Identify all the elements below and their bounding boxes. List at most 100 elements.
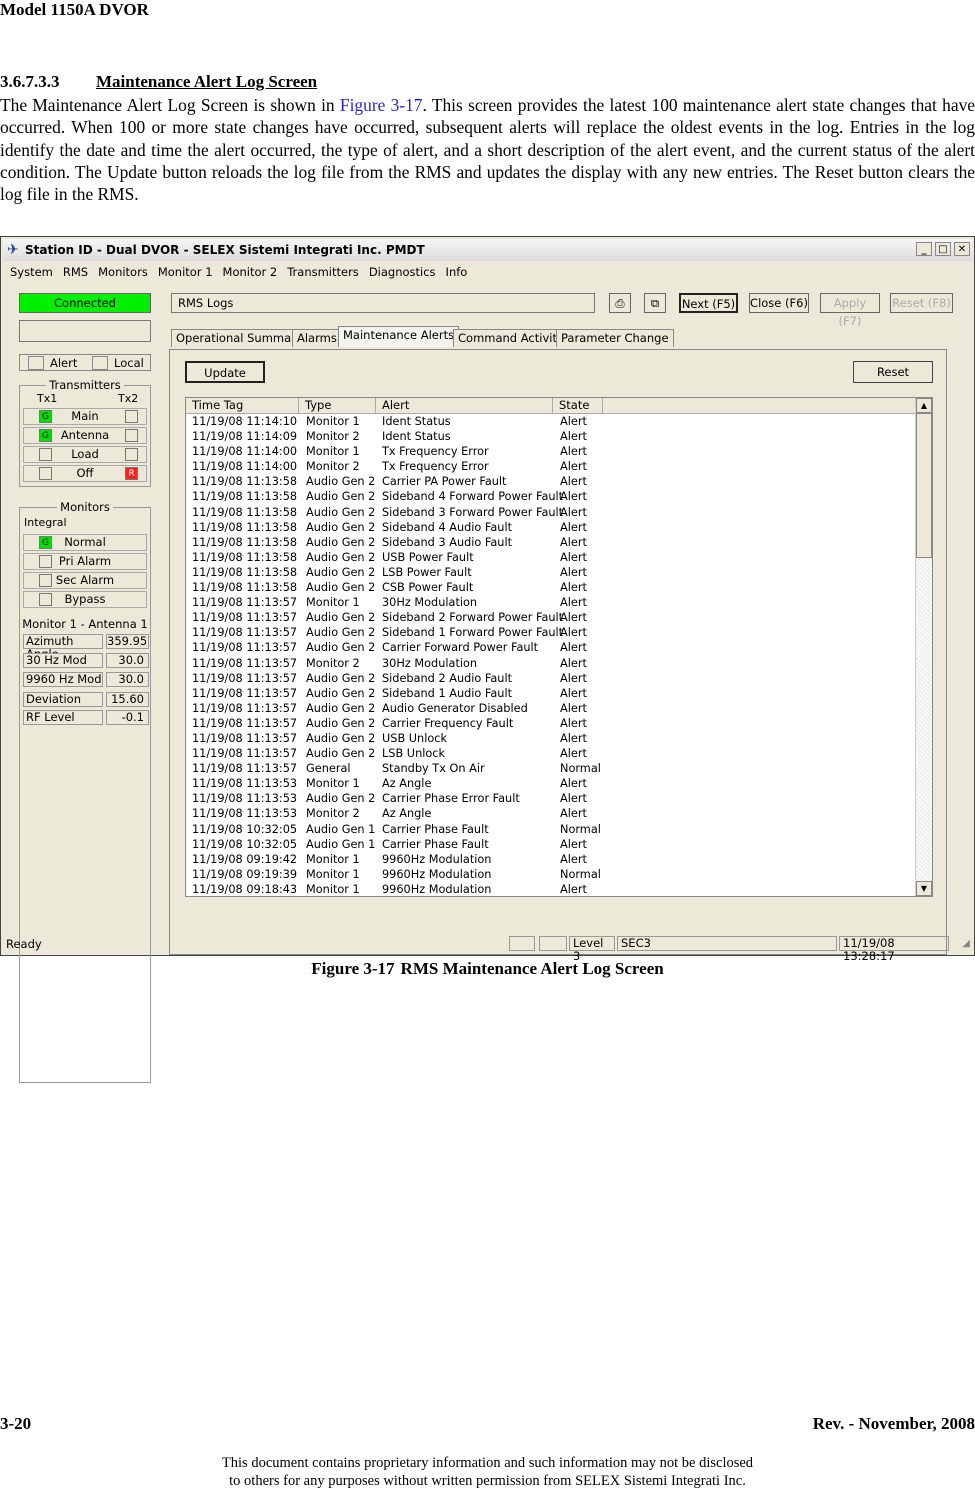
table-row[interactable]: 11/19/08 11:13:57 Audio Gen 2 USB Unlock Al… <box>186 731 916 746</box>
close-icon[interactable]: ✕ <box>954 242 970 256</box>
cell-state: Alert <box>560 445 587 459</box>
monitors-group: Monitors Integral G Normal Pri Alarm Sec… <box>19 500 151 1083</box>
table-row[interactable]: 11/19/08 11:13:58 Audio Gen 2 Sideband 3 F… <box>186 505 916 520</box>
column-type[interactable]: Type <box>299 398 376 414</box>
scroll-thumb[interactable] <box>916 413 932 558</box>
9960hz-mod-label: 9960 Hz Mod <box>23 672 103 687</box>
table-row[interactable]: 11/19/08 11:13:53 Monitor 2 Az Angle Alert <box>186 806 916 821</box>
table-row[interactable]: 11/19/08 11:13:57 Monitor 1 30Hz Modulatio… <box>186 595 916 610</box>
cell-state: Alert <box>560 565 587 579</box>
table-row[interactable]: 11/19/08 11:13:57 Audio Gen 2 LSB Unlock Al… <box>186 746 916 761</box>
reset-f8-button[interactable]: Reset (F8) <box>890 293 953 313</box>
cell-time-tag: 11/19/08 11:14:00 <box>192 460 298 474</box>
status-ready: Ready <box>6 937 42 951</box>
table-row[interactable]: 11/19/08 11:13:58 Audio Gen 2 Sideband 4 F… <box>186 489 916 504</box>
table-row[interactable]: 11/19/08 09:19:39 Monitor 1 9960Hz Modulat… <box>186 867 916 882</box>
menu-diagnostics[interactable]: Diagnostics <box>364 262 441 282</box>
table-row[interactable]: 11/19/08 11:13:58 Audio Gen 2 Carrier PA P… <box>186 474 916 489</box>
maximize-icon[interactable]: □ <box>935 242 951 256</box>
table-row[interactable]: 11/19/08 09:18:43 Monitor 1 9960Hz Modulat… <box>186 882 916 896</box>
intro-paragraph: The Maintenance Alert Log Screen is show… <box>0 94 975 205</box>
table-row[interactable]: 11/19/08 11:13:57 Audio Gen 2 Carrier Freq… <box>186 716 916 731</box>
table-row[interactable]: 11/19/08 11:13:57 Audio Gen 2 Sideband 1 F… <box>186 625 916 640</box>
tx-antenna-row[interactable]: G Antenna <box>23 427 147 444</box>
menu-monitor-1[interactable]: Monitor 1 <box>153 262 218 282</box>
vertical-scrollbar[interactable]: ▲ ▼ <box>915 398 932 896</box>
menu-monitor-2[interactable]: Monitor 2 <box>218 262 283 282</box>
alert-log-list[interactable]: Time Tag Type Alert State 11/19/08 11:14… <box>185 397 933 897</box>
status-pane-1 <box>509 936 535 951</box>
tab-alarms[interactable]: Alarms <box>292 329 342 347</box>
table-row[interactable]: 11/19/08 11:14:09 Monitor 2 Ident Status Al… <box>186 429 916 444</box>
cell-alert: Ident Status <box>382 430 451 444</box>
table-row[interactable]: 11/19/08 11:13:57 Audio Gen 2 Sideband 2 A… <box>186 671 916 686</box>
tab-command-activity[interactable]: Command Activity <box>453 329 569 347</box>
menu-transmitters[interactable]: Transmitters <box>282 262 364 282</box>
column-time-tag[interactable]: Time Tag <box>186 398 299 414</box>
table-row[interactable]: 11/19/08 11:13:57 Audio Gen 2 Sideband 1 A… <box>186 686 916 701</box>
scroll-down-icon[interactable]: ▼ <box>916 881 932 896</box>
table-row[interactable]: 11/19/08 11:14:10 Monitor 1 Ident Status Al… <box>186 414 916 429</box>
table-row[interactable]: 11/19/08 11:13:57 Audio Gen 2 Carrier Forw… <box>186 640 916 655</box>
update-button[interactable]: Update <box>185 361 265 383</box>
next-button[interactable]: Next (F5) <box>679 293 738 313</box>
tab-parameter-change[interactable]: Parameter Change <box>556 329 674 347</box>
close-button[interactable]: Close (F6) <box>749 293 809 313</box>
menu-info[interactable]: Info <box>441 262 473 282</box>
tx-off-row[interactable]: Off R <box>23 465 147 482</box>
cell-time-tag: 11/19/08 11:14:09 <box>192 430 298 444</box>
table-row[interactable]: 11/19/08 09:19:42 Monitor 1 9960Hz Modulat… <box>186 852 916 867</box>
table-row[interactable]: 11/19/08 11:13:57 Audio Gen 2 Sideband 2 F… <box>186 610 916 625</box>
cell-type: Audio Gen 2 <box>306 716 376 730</box>
menu-system[interactable]: System <box>3 262 58 282</box>
cell-state: Alert <box>560 520 587 534</box>
monitors-title: Monitors <box>57 500 113 514</box>
cell-state: Alert <box>560 777 587 791</box>
list-header: Time Tag Type Alert State <box>186 398 916 414</box>
cell-state: Alert <box>560 490 587 504</box>
copy-icon[interactable]: ⧉ <box>644 293 666 313</box>
table-row[interactable]: 11/19/08 11:13:53 Monitor 1 Az Angle Alert <box>186 776 916 791</box>
cell-type: Monitor 1 <box>306 596 360 610</box>
table-row[interactable]: 11/19/08 11:14:00 Monitor 2 Tx Frequency E… <box>186 459 916 474</box>
menu-monitors[interactable]: Monitors <box>93 262 153 282</box>
table-row[interactable]: 11/19/08 11:13:58 Audio Gen 2 Sideband 4 A… <box>186 520 916 535</box>
column-alert[interactable]: Alert <box>376 398 553 414</box>
reset-button[interactable]: Reset <box>853 361 933 383</box>
table-row[interactable]: 11/19/08 10:32:05 Audio Gen 1 Carrier Phas… <box>186 837 916 852</box>
cell-time-tag: 11/19/08 10:32:05 <box>192 837 298 851</box>
table-row[interactable]: 11/19/08 11:13:58 Audio Gen 2 LSB Power Fa… <box>186 565 916 580</box>
monitor-pri-alarm-row[interactable]: Pri Alarm <box>23 553 147 570</box>
tx-load-row[interactable]: Load <box>23 446 147 463</box>
table-row[interactable]: 11/19/08 11:13:58 Audio Gen 2 USB Power Fa… <box>186 550 916 565</box>
tab-maintenance-alerts[interactable]: Maintenance Alerts <box>338 326 460 347</box>
column-state[interactable]: State <box>553 398 603 414</box>
printer-icon[interactable]: ⎙ <box>609 293 631 313</box>
apply-button[interactable]: Apply (F7) <box>820 293 880 328</box>
cell-state: Alert <box>560 837 587 851</box>
menu-rms[interactable]: RMS <box>58 262 93 282</box>
table-row[interactable]: 11/19/08 11:13:53 Audio Gen 2 Carrier Phas… <box>186 791 916 806</box>
tx2-label: Tx2 <box>118 392 139 405</box>
cell-state: Alert <box>560 641 587 655</box>
table-row[interactable]: 11/19/08 11:14:00 Monitor 1 Tx Frequency E… <box>186 444 916 459</box>
cell-state: Alert <box>560 430 587 444</box>
minimize-icon[interactable]: _ <box>916 242 932 256</box>
tx-main-row[interactable]: G Main <box>23 408 147 425</box>
monitor-normal-row[interactable]: G Normal <box>23 534 147 551</box>
figure-reference-link[interactable]: Figure 3-17 <box>340 95 423 115</box>
resize-grip-icon[interactable]: ◢ <box>962 938 970 949</box>
table-row[interactable]: 11/19/08 11:13:57 General Standby Tx On Ai… <box>186 761 916 776</box>
tab-operational-summary[interactable]: Operational Summary <box>171 329 308 347</box>
monitor-bypass-row[interactable]: Bypass <box>23 591 147 608</box>
table-row[interactable]: 11/19/08 10:32:05 Audio Gen 1 Carrier Phas… <box>186 822 916 837</box>
table-row[interactable]: 11/19/08 11:13:57 Monitor 2 30Hz Modulatio… <box>186 656 916 671</box>
cell-state: Alert <box>560 656 587 670</box>
table-row[interactable]: 11/19/08 11:13:57 Audio Gen 2 Audio Genera… <box>186 701 916 716</box>
table-row[interactable]: 11/19/08 11:13:58 Audio Gen 2 CSB Power Fa… <box>186 580 916 595</box>
monitor-sec-alarm-row[interactable]: Sec Alarm <box>23 572 147 589</box>
table-row[interactable]: 11/19/08 11:13:58 Audio Gen 2 Sideband 3 A… <box>186 535 916 550</box>
local-label: Local <box>114 356 144 370</box>
tx1-label: Tx1 <box>37 392 58 405</box>
scroll-up-icon[interactable]: ▲ <box>916 398 932 413</box>
